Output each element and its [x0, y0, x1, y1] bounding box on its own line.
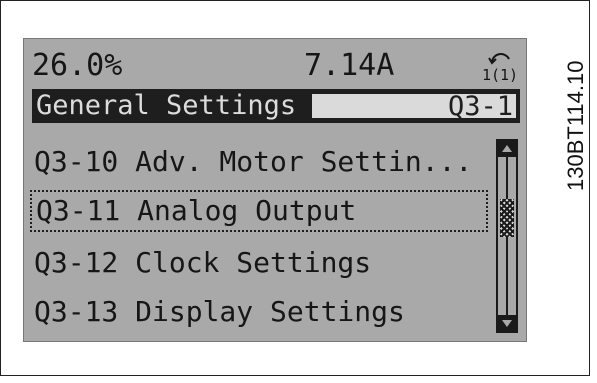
scroll-thumb[interactable]: [500, 199, 514, 237]
figure-frame: 26.0% 7.14A 1(1) General Settings Q3-1 Q…: [0, 0, 590, 376]
arrow-down-icon[interactable]: [498, 315, 516, 331]
figure-code: 130BT114.10: [563, 60, 588, 191]
arrow-up-icon[interactable]: [498, 141, 516, 157]
menu-item-adv-motor-settings[interactable]: Q3-10 Adv. Motor Settin...: [30, 141, 488, 183]
menu-item-analog-output[interactable]: Q3-11 Analog Output: [30, 190, 488, 232]
lcd-display: 26.0% 7.14A 1(1) General Settings Q3-1 Q…: [23, 38, 527, 342]
status-row: 26.0% 7.14A 1(1): [32, 46, 518, 86]
parameter-group-code: Q3-1: [447, 91, 513, 122]
menu-item-clock-settings[interactable]: Q3-12 Clock Settings: [30, 242, 488, 284]
parameter-code-box: Q3-1: [311, 91, 517, 122]
setup-number: 1(1): [482, 66, 518, 84]
motor-speed-readout: 26.0%: [32, 48, 123, 83]
parameter-group-title: General Settings: [36, 90, 297, 121]
title-bar: General Settings Q3-1: [32, 89, 520, 123]
setup-indicator-icon: 1(1): [482, 53, 518, 84]
menu-item-display-settings[interactable]: Q3-13 Display Settings: [30, 291, 488, 333]
motor-current-readout: 7.14A: [304, 48, 395, 83]
figure-code-label: 130BT114.10: [523, 21, 588, 191]
scrollbar[interactable]: [496, 139, 518, 333]
